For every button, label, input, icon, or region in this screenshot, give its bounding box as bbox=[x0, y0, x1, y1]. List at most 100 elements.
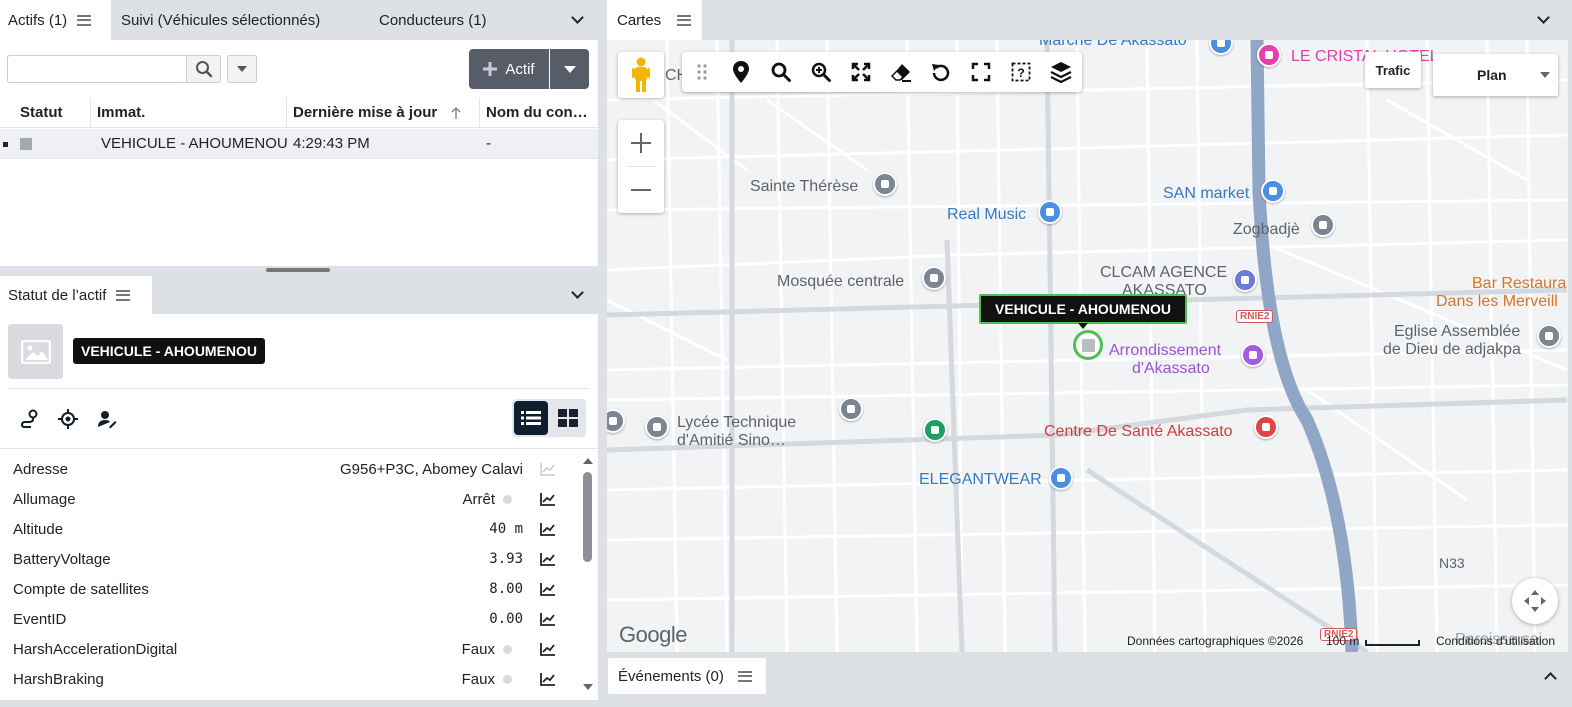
eraser-icon[interactable] bbox=[889, 60, 913, 84]
terms-link[interactable]: Conditions d'utilisation bbox=[1436, 634, 1555, 648]
list-item: Compte de satellites 8.00 bbox=[0, 574, 578, 604]
chevron-down-icon[interactable] bbox=[571, 11, 584, 24]
fit-bounds-icon[interactable] bbox=[849, 60, 873, 84]
locate-icon[interactable] bbox=[57, 408, 79, 430]
school-poi-icon[interactable] bbox=[873, 172, 897, 196]
church-poi-icon[interactable] bbox=[1537, 324, 1561, 348]
search-button[interactable] bbox=[186, 55, 221, 83]
menu-icon[interactable] bbox=[737, 670, 752, 682]
map-scale-label: 100 m bbox=[1326, 634, 1360, 648]
school-poi-icon[interactable] bbox=[839, 397, 863, 421]
panel-splitter-handle[interactable] bbox=[266, 268, 330, 272]
menu-icon[interactable] bbox=[116, 289, 131, 301]
asset-image-placeholder bbox=[8, 324, 63, 379]
zoom-in-button[interactable] bbox=[618, 120, 664, 166]
chart-icon[interactable] bbox=[540, 612, 556, 626]
park-poi-icon[interactable] bbox=[923, 418, 947, 442]
property-key: Compte de satellites bbox=[13, 580, 149, 598]
status-dot bbox=[503, 644, 512, 654]
list-item: EventID 0.00 bbox=[0, 604, 578, 634]
property-value: 40 m bbox=[489, 521, 523, 537]
tab-assets[interactable]: Actifs (1) bbox=[0, 0, 111, 40]
map-canvas[interactable]: Marche De Akassato LE CRISTAL HOTEL Sain… bbox=[607, 40, 1568, 652]
scroll-down-icon[interactable] bbox=[583, 684, 593, 690]
vehicle-map-label[interactable]: VEHICULE - AHOUMENOU bbox=[979, 294, 1188, 329]
school-poi-icon[interactable] bbox=[645, 415, 669, 439]
vehicle-marker[interactable] bbox=[1073, 330, 1103, 360]
property-value: 8.00 bbox=[489, 581, 523, 597]
hospital-poi-icon[interactable] bbox=[1254, 415, 1278, 439]
tab-tracking[interactable]: Suivi (Véhicules sélectionnés) bbox=[111, 0, 361, 40]
list-item: Altitude 40 m bbox=[0, 514, 578, 544]
street-view-pegman-icon[interactable] bbox=[618, 52, 664, 98]
government-poi-icon[interactable] bbox=[1241, 343, 1265, 367]
status-dot bbox=[503, 674, 512, 684]
pan-control-icon[interactable] bbox=[1512, 578, 1558, 624]
poi-label: SAN market bbox=[1163, 185, 1250, 202]
chart-icon[interactable] bbox=[540, 642, 556, 656]
add-asset-dropdown[interactable] bbox=[550, 49, 589, 89]
zoom-out-button[interactable] bbox=[618, 167, 664, 213]
property-value: 0.00 bbox=[489, 611, 523, 627]
assign-driver-icon[interactable] bbox=[96, 408, 118, 430]
list-view-icon[interactable] bbox=[514, 401, 548, 435]
scrollbar-thumb[interactable] bbox=[583, 472, 592, 562]
table-row[interactable]: VEHICULE - AHOUMENOU 4:29:43 PM - bbox=[0, 129, 598, 159]
bank-poi-icon[interactable] bbox=[1233, 268, 1257, 292]
chart-icon[interactable] bbox=[540, 552, 556, 566]
assets-grid-header: Statut Immat. Dernière mise à jour Nom d… bbox=[0, 98, 598, 128]
column-header-driver[interactable]: Nom du con… bbox=[480, 98, 598, 127]
sort-ascending-icon[interactable] bbox=[451, 106, 461, 120]
map-tabbar: Cartes bbox=[607, 0, 1572, 40]
map-pin-icon[interactable] bbox=[729, 60, 753, 84]
traffic-toggle-button[interactable]: Trafic bbox=[1365, 52, 1421, 88]
store-poi-icon[interactable] bbox=[1038, 200, 1062, 224]
grid-view-icon[interactable] bbox=[552, 401, 584, 435]
menu-icon[interactable] bbox=[677, 14, 692, 26]
tab-events[interactable]: Événements (0) bbox=[608, 658, 766, 694]
store-poi-icon[interactable] bbox=[1049, 466, 1073, 490]
chart-icon[interactable] bbox=[540, 492, 556, 506]
tab-drivers[interactable]: Conducteurs (1) bbox=[361, 0, 495, 40]
drag-handle-icon[interactable] bbox=[690, 60, 714, 84]
shopping-cart-poi-icon[interactable] bbox=[1261, 179, 1285, 203]
poi-label: Dans les Merveill bbox=[1436, 293, 1558, 310]
chevron-up-icon[interactable] bbox=[1544, 672, 1557, 685]
caret-down-icon bbox=[563, 65, 576, 73]
list-item: Allumage Arrêt bbox=[0, 484, 578, 514]
svg-text:?: ? bbox=[1017, 66, 1024, 80]
worship-poi-icon[interactable] bbox=[922, 266, 946, 290]
search-input[interactable] bbox=[7, 55, 187, 83]
poi-label: Arrondissement bbox=[1109, 342, 1222, 359]
tab-maps[interactable]: Cartes bbox=[607, 0, 702, 40]
chart-icon[interactable] bbox=[540, 672, 556, 686]
school-poi-icon[interactable] bbox=[1311, 213, 1335, 237]
property-key: Altitude bbox=[13, 520, 64, 538]
asset-status-panel: Statut de l’actif VEHICULE - AHOUMENOU A… bbox=[0, 276, 598, 700]
filter-dropdown-button[interactable] bbox=[227, 55, 257, 83]
zoom-in-icon[interactable] bbox=[809, 60, 833, 84]
fullscreen-icon[interactable] bbox=[969, 60, 993, 84]
column-header-last-update[interactable]: Dernière mise à jour bbox=[287, 98, 480, 127]
chart-disabled-icon bbox=[540, 463, 555, 476]
hotel-poi-icon[interactable] bbox=[1257, 43, 1281, 67]
route-icon[interactable] bbox=[18, 408, 40, 430]
add-asset-button[interactable]: Actif bbox=[469, 49, 549, 89]
map-type-select[interactable]: Plan bbox=[1433, 54, 1558, 96]
chevron-down-icon[interactable] bbox=[1537, 11, 1550, 24]
asset-properties-list: Adresse G956+P3C, Abomey Calavi Allumage… bbox=[0, 454, 578, 694]
reset-icon[interactable] bbox=[929, 60, 953, 84]
scroll-up-icon[interactable] bbox=[583, 458, 593, 464]
chart-icon[interactable] bbox=[540, 582, 556, 596]
chart-icon[interactable] bbox=[540, 522, 556, 536]
chevron-down-icon[interactable] bbox=[571, 286, 584, 299]
search-icon[interactable] bbox=[769, 60, 793, 84]
column-header-status[interactable]: Statut bbox=[14, 98, 91, 127]
poi-label: d'Akassato bbox=[1132, 360, 1210, 377]
column-header-plate[interactable]: Immat. bbox=[91, 98, 287, 127]
tab-asset-status[interactable]: Statut de l’actif bbox=[0, 276, 152, 314]
properties-scrollbar[interactable] bbox=[580, 454, 596, 694]
layers-icon[interactable] bbox=[1049, 60, 1073, 84]
help-selection-icon[interactable]: ? bbox=[1009, 60, 1033, 84]
menu-icon[interactable] bbox=[77, 14, 92, 26]
